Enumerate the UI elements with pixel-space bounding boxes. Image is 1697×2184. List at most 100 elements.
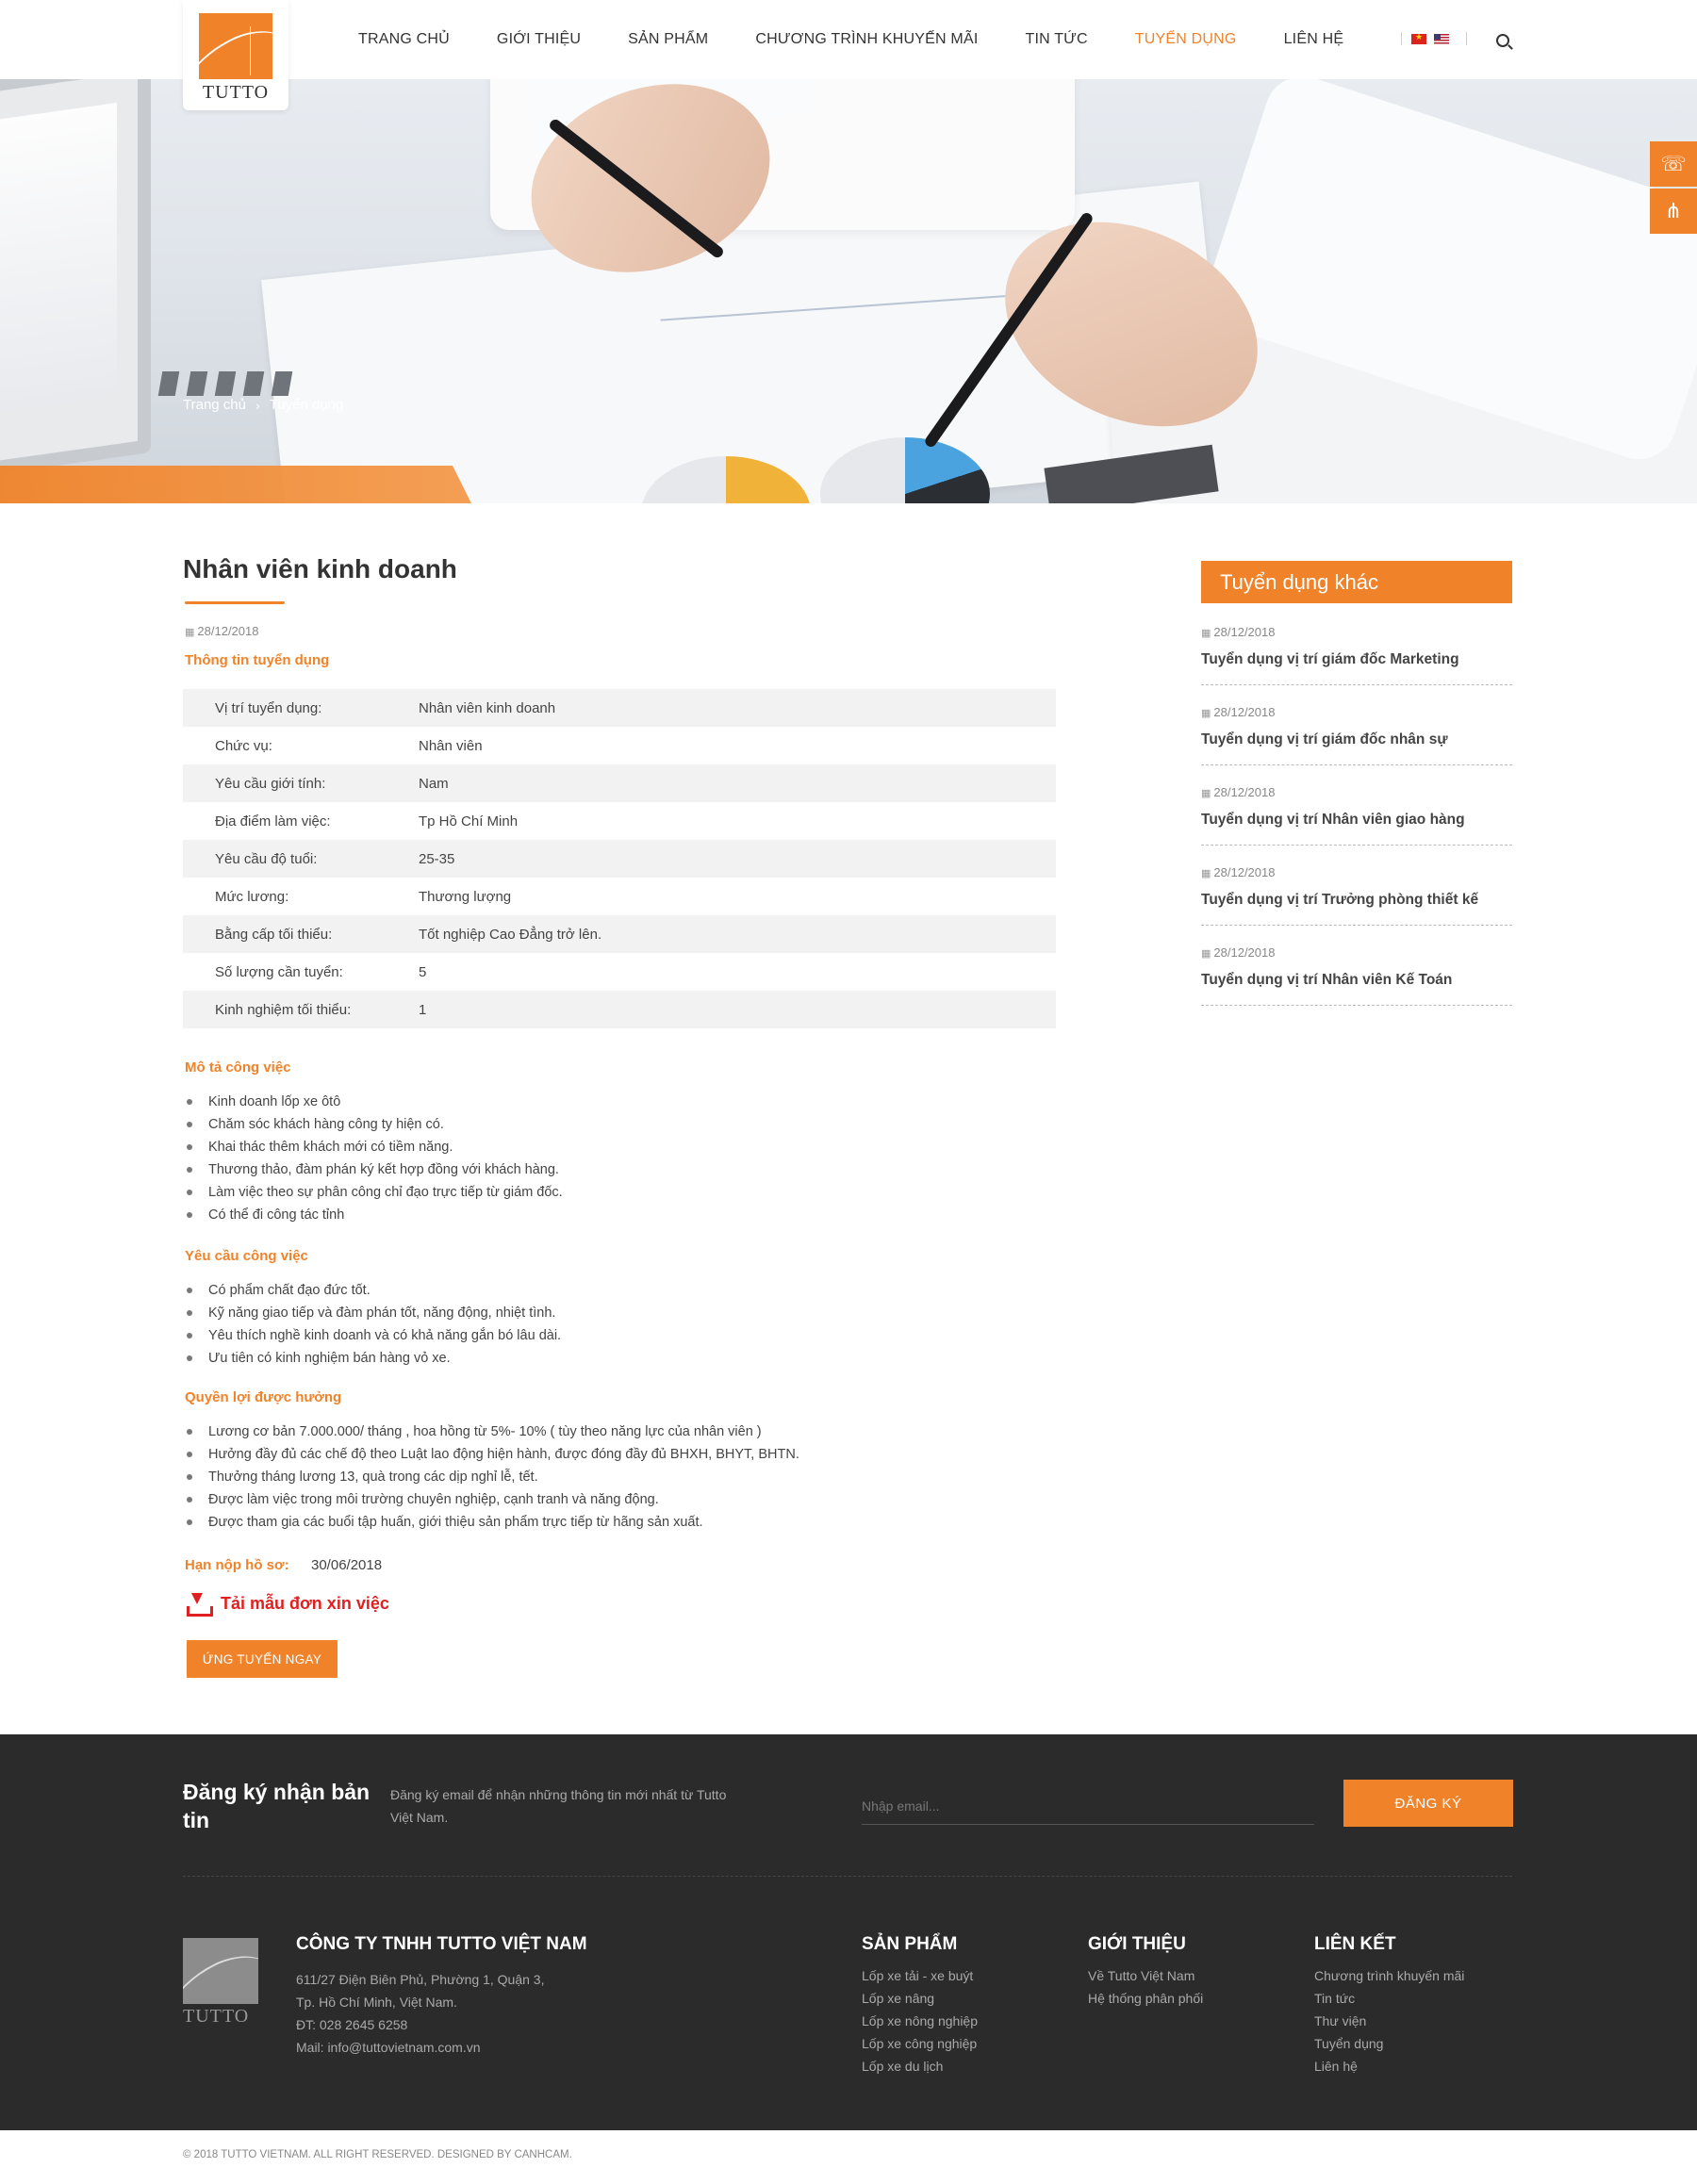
breadcrumb-home[interactable]: Trang chủ [183,397,246,413]
footer-link[interactable]: Chương trình khuyến mãi [1314,1964,1464,1987]
info-label: Vị trí tuyển dụng: [215,699,322,716]
related-job-item[interactable]: 28/12/2018 Tuyển dụng vị trí Nhân viên Kế… [1201,945,1512,1006]
site-footer: Đăng ký nhận bản tin Đăng ký email để nh… [0,1734,1697,2130]
list-item: Làm việc theo sự phân công chỉ đạo trực … [185,1181,563,1204]
list-item: Có phẩm chất đạo đức tốt. [185,1279,561,1302]
info-label: Mức lương: [215,888,289,905]
company-address-line: Tp. Hồ Chí Minh, Việt Nam. [296,1995,457,2010]
footer-link[interactable]: Tin tức [1314,1987,1464,2010]
apply-button[interactable]: ỨNG TUYỂN NGAY [187,1640,338,1678]
footer-col-title: LIÊN KẾT [1314,1934,1396,1954]
footer-link[interactable]: Lốp xe tải - xe buýt [862,1964,978,1987]
newsletter-email-input[interactable] [862,1787,1314,1825]
nav-item-products[interactable]: SẢN PHẨM [628,31,708,48]
benefits-heading: Quyền lợi được hưởng [185,1389,342,1405]
list-item: Được tham gia các buổi tập huấn, giới th… [185,1511,799,1534]
nav-item-about[interactable]: GIỚI THIỆU [497,31,581,48]
footer-col-title: GIỚI THIỆU [1088,1934,1186,1954]
info-row: Mức lương: Thương lượng [183,878,1056,915]
footer-link[interactable]: Liên hệ [1314,2055,1464,2077]
nav-item-promotions[interactable]: CHƯƠNG TRÌNH KHUYẾN MÃI [755,31,978,48]
related-job-item[interactable]: 28/12/2018 Tuyển dụng vị trí Nhân viên gi… [1201,785,1512,846]
footer-link[interactable]: Về Tutto Việt Nam [1088,1964,1203,1987]
list-item: Được làm việc trong môi trường chuyên ng… [185,1488,799,1511]
company-contact: 611/27 Điện Biên Phủ, Phường 1, Quận 3, … [296,1968,544,2059]
related-job-title[interactable]: Tuyển dụng vị trí giám đốc Marketing [1201,651,1459,668]
related-job-date: 28/12/2018 [1201,785,1275,799]
breadcrumb-current[interactable]: Tuyển dụng [270,397,344,413]
related-job-item[interactable]: 28/12/2018 Tuyển dụng vị trí Trưởng phòng… [1201,865,1512,926]
phone-icon[interactable]: ☏ [1650,141,1697,187]
deadline-label: Hạn nộp hồ sơ: [185,1557,289,1573]
post-date: 28/12/2018 [185,624,258,638]
download-form-link[interactable]: Tải mẫu đơn xin việc [187,1593,389,1617]
vi-flag-icon[interactable] [1411,32,1426,44]
info-label: Bằng cấp tối thiểu: [215,926,333,943]
list-item: Thương thảo, đàm phán ký kết hợp đồng vớ… [185,1158,563,1181]
info-label: Chức vụ: [215,737,272,754]
nav-item-home[interactable]: TRANG CHỦ [358,31,450,48]
info-label: Yêu cầu giới tính: [215,775,326,792]
footer-link[interactable]: Thư viện [1314,2010,1464,2032]
footer-divider [183,1876,1512,1877]
benefits-list: Lương cơ bản 7.000.000/ tháng , hoa hồng… [185,1420,799,1534]
footer-logo-text: TUTTO [183,2006,250,2027]
description-list: Kinh doanh lốp xe ôtô Chăm sóc khách hàng… [185,1091,563,1226]
share-icon[interactable]: ⋔ [1650,189,1697,234]
related-job-item[interactable]: 28/12/2018 Tuyển dụng vị trí giám đốc nhâ… [1201,705,1512,765]
nav-item-contact[interactable]: LIÊN HỆ [1284,31,1344,48]
info-value: Nhân viên kinh doanh [419,699,556,716]
deadline-value: 30/06/2018 [311,1557,383,1573]
footer-link[interactable]: Lốp xe du lịch [862,2055,978,2077]
related-job-title[interactable]: Tuyển dụng vị trí giám đốc nhân sự [1201,731,1448,748]
en-flag-icon[interactable] [1434,33,1449,44]
list-item: Có thể đi công tác tỉnh [185,1204,563,1226]
logo-text: TUTTO [202,82,270,103]
deadline: Hạn nộp hồ sơ: 30/06/2018 [185,1557,382,1573]
download-label: Tải mẫu đơn xin việc [221,1593,389,1613]
list-item: Lương cơ bản 7.000.000/ tháng , hoa hồng… [185,1420,799,1443]
footer-link[interactable]: Hệ thống phân phối [1088,1987,1203,2010]
info-value: Nhân viên [419,737,483,754]
logo-mark-icon [199,13,272,79]
footer-link[interactable]: Tuyển dụng [1314,2032,1464,2055]
footer-link[interactable]: Lốp xe nâng [862,1987,978,2010]
info-row: Địa điểm làm việc: Tp Hồ Chí Minh [183,802,1056,840]
info-value: Tp Hồ Chí Minh [419,813,519,829]
info-label: Địa điểm làm việc: [215,813,331,829]
company-name: CÔNG TY TNHH TUTTO VIỆT NAM [296,1934,587,1954]
description-heading: Mô tả công việc [185,1059,291,1076]
info-label: Kinh nghiệm tối thiểu: [215,1001,352,1018]
nav-item-news[interactable]: TIN TỨC [1025,31,1087,48]
footer-link[interactable]: Lốp xe công nghiệp [862,2032,978,2055]
related-job-title[interactable]: Tuyển dụng vị trí Trưởng phòng thiết kế [1201,892,1478,909]
nav-item-careers[interactable]: TUYỂN DỤNG [1135,31,1237,48]
divider [1401,32,1402,45]
title-underline [185,601,285,604]
main-nav: TRANG CHỦ GIỚI THIỆU SẢN PHẨM CHƯƠNG TRÌ… [358,0,1391,79]
footer-link[interactable]: Lốp xe nông nghiệp [862,2010,978,2032]
divider [1466,32,1467,45]
search-icon[interactable] [1496,34,1509,47]
newsletter-desc: Đăng ký email để nhận những thông tin mớ… [390,1787,727,1825]
site-logo[interactable]: TUTTO [183,0,288,110]
job-info-table: Vị trí tuyển dụng: Nhân viên kinh doanh Ch… [183,689,1056,1028]
list-item: Khai thác thêm khách mới có tiềm năng. [185,1136,563,1158]
related-job-title[interactable]: Tuyển dụng vị trí Nhân viên Kế Toán [1201,972,1452,989]
requirements-list: Có phẩm chất đạo đức tốt. Kỹ năng giao ti… [185,1279,561,1370]
info-value: Thương lượng [419,888,512,905]
site-header: TUTTO TRANG CHỦ GIỚI THIỆU SẢN PHẨM CHƯƠ… [0,0,1697,110]
related-job-title[interactable]: Tuyển dụng vị trí Nhân viên giao hàng [1201,812,1465,829]
company-email[interactable]: Mail: info@tuttovietnam.com.vn [296,2036,544,2059]
info-value: Tốt nghiệp Cao Đẳng trở lên. [419,926,602,943]
footer-logo[interactable]: TUTTO [183,1938,260,2030]
language-switcher [1392,32,1476,45]
newsletter-subscribe-button[interactable]: ĐĂNG KÝ [1343,1780,1513,1827]
copyright: © 2018 TUTTO VIETNAM. ALL RIGHT RESERVED… [183,2149,572,2160]
related-job-date: 28/12/2018 [1201,945,1275,960]
related-job-item[interactable]: 28/12/2018 Tuyển dụng vị trí giám đốc Mar… [1201,625,1512,685]
list-item: Hưởng đầy đủ các chế độ theo Luật lao độ… [185,1443,799,1466]
list-item: Chăm sóc khách hàng công ty hiện có. [185,1113,563,1136]
info-row: Chức vụ: Nhân viên [183,727,1056,764]
info-heading: Thông tin tuyển dụng [185,652,330,668]
